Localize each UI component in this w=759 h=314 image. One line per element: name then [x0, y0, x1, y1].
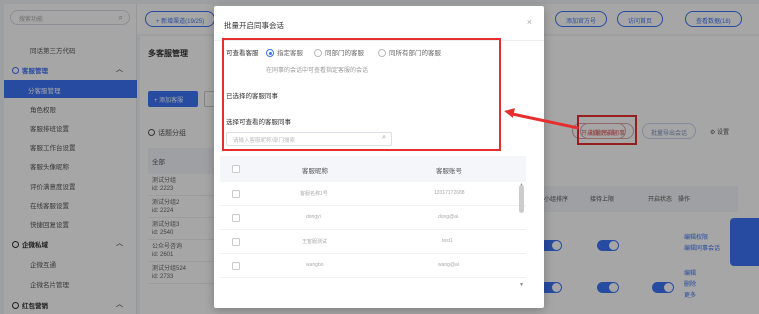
col-header-nickname: 客服昵称 [302, 168, 328, 175]
scroll-down-arrow[interactable]: ▼ [519, 282, 524, 288]
table-scrollbar[interactable] [519, 185, 524, 213]
agent-nickname: 客服名称1号 [300, 191, 328, 197]
table-row[interactable]: dongyi dong@ai [220, 206, 526, 230]
row-checkbox[interactable] [232, 190, 240, 198]
row-checkbox[interactable] [232, 262, 240, 270]
agent-nickname: 王客服测试 [302, 239, 328, 245]
annotation-arrowhead [503, 106, 515, 118]
table-row[interactable]: 客服名称1号 13317172688 [220, 182, 526, 206]
agent-table-head: 客服昵称 客服账号 [220, 156, 526, 182]
col-header-account: 客服账号 [436, 168, 462, 175]
agent-account: dong@ai [438, 214, 459, 220]
dialog-title: 批量开启同事会话 [224, 21, 284, 30]
row-checkbox[interactable] [232, 214, 240, 222]
agent-nickname: wangbo [306, 262, 324, 268]
table-row[interactable]: wangbo wang@ai [220, 254, 526, 278]
agent-nickname: dongyi [306, 214, 321, 220]
row-checkbox[interactable] [232, 238, 240, 246]
table-row[interactable]: 王客服测试 test1 [220, 230, 526, 254]
agent-account: 13317172688 [434, 190, 465, 196]
agent-account: test1 [442, 238, 453, 244]
highlight-annotation [222, 38, 501, 151]
close-icon[interactable]: × [527, 17, 532, 27]
select-all-checkbox[interactable] [232, 165, 240, 173]
agent-account: wang@ai [438, 262, 459, 268]
